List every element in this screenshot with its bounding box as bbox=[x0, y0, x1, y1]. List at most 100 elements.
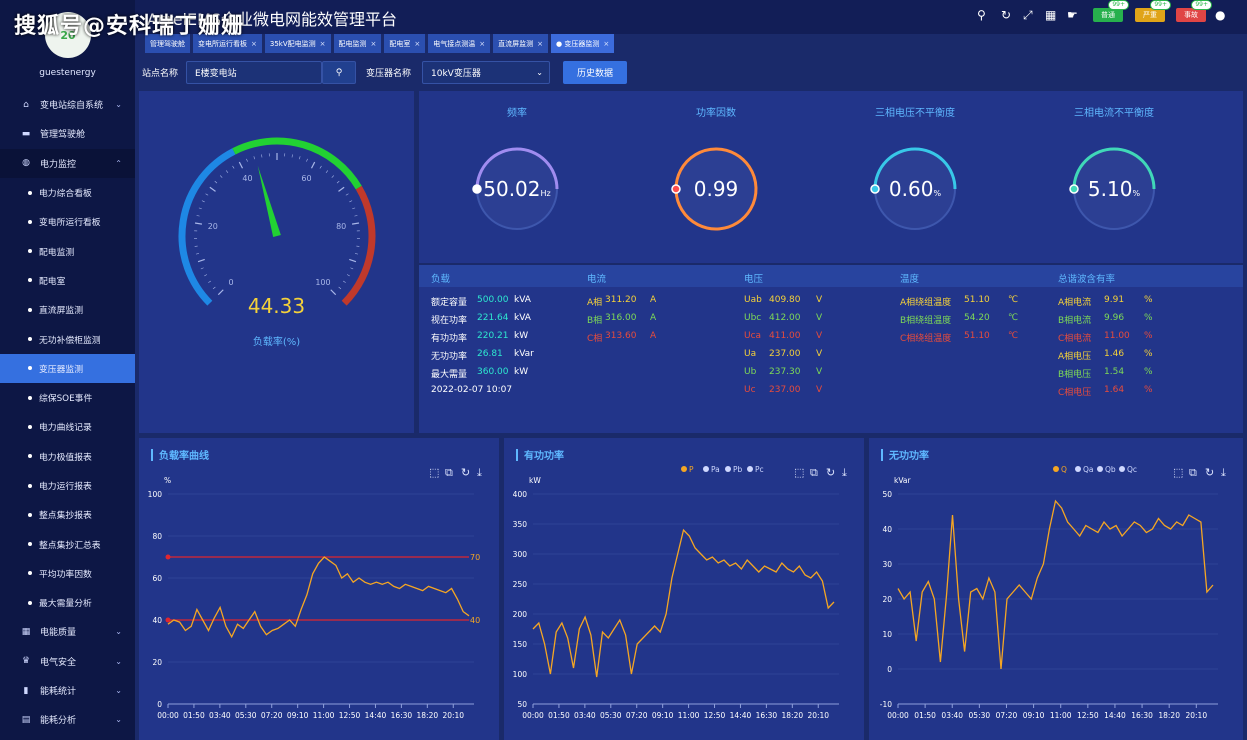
sidebar-item[interactable]: ▬ 管理驾驶舱 bbox=[0, 119, 135, 148]
station-input[interactable]: E楼变电站 bbox=[186, 61, 322, 84]
sidebar-item[interactable]: 直流屏监测 bbox=[0, 295, 135, 324]
bullet-icon bbox=[28, 307, 32, 312]
indicator-unit: % bbox=[933, 189, 941, 198]
sidebar-item[interactable]: ♛ 电气安全 ⌄ bbox=[0, 647, 135, 676]
sidebar-item[interactable]: 配电监测 bbox=[0, 236, 135, 265]
sidebar-item[interactable]: 无功补偿柜监测 bbox=[0, 324, 135, 353]
alarm-icon: ♛ bbox=[21, 656, 31, 667]
x-tick-label: 03:40 bbox=[574, 711, 596, 720]
table-cell-unit: V bbox=[816, 295, 823, 305]
x-tick-label: 00:00 bbox=[157, 711, 179, 720]
close-icon[interactable]: × bbox=[603, 40, 609, 48]
transformer-select[interactable]: 10kV变压器 ⌄ bbox=[422, 61, 550, 84]
sidebar-item-label: 配电监测 bbox=[39, 247, 75, 258]
refresh-icon: ↻ bbox=[826, 466, 835, 479]
gauge-tick bbox=[299, 156, 301, 160]
sidebar-item[interactable]: 电力曲线记录 bbox=[0, 412, 135, 441]
indicator-unit: % bbox=[1132, 189, 1140, 198]
close-icon[interactable]: × bbox=[371, 40, 377, 48]
gauge-tick bbox=[336, 180, 340, 184]
badge-normal[interactable]: 普通 99+ bbox=[1093, 0, 1129, 22]
sidebar-item[interactable]: ◍ 电力监控 ⌃ bbox=[0, 148, 135, 178]
layout-icon[interactable]: ▦ bbox=[1045, 8, 1056, 22]
table-column-header: 总谐波含有率 bbox=[1058, 274, 1116, 285]
close-icon[interactable]: × bbox=[414, 40, 420, 48]
table-cell-label: C相电流 bbox=[1058, 334, 1092, 344]
table-cell-value: 54.20 bbox=[964, 313, 990, 323]
x-tick-label: 12:50 bbox=[704, 711, 726, 720]
tab-item[interactable]: 直流屏监测 × bbox=[493, 34, 548, 53]
indicator-ring-marker bbox=[472, 184, 482, 194]
sidebar-item[interactable]: ⌂ 变电站综自系统 ⌄ bbox=[0, 90, 135, 119]
table-cell-label: A相绕组温度 bbox=[900, 298, 952, 308]
sidebar-item[interactable]: 变压器监测 bbox=[0, 353, 135, 383]
sidebar-item[interactable]: ▦ 电能质量 ⌄ bbox=[0, 617, 135, 646]
sidebar-item[interactable]: 整点集抄汇总表 bbox=[0, 529, 135, 558]
close-icon[interactable]: × bbox=[479, 40, 485, 48]
sidebar-item[interactable]: 配电室 bbox=[0, 266, 135, 295]
chart-title-bar bbox=[881, 449, 883, 461]
tab-label: 电气接点测温 bbox=[433, 39, 476, 48]
table-cell-unit: V bbox=[816, 313, 823, 323]
skin-icon[interactable]: ☛ bbox=[1067, 8, 1078, 22]
x-tick-label: 14:40 bbox=[1104, 711, 1126, 720]
gauge-label: 负载率(%) bbox=[252, 337, 301, 348]
table-cell-unit: A bbox=[650, 313, 657, 323]
bullet-icon bbox=[28, 278, 32, 283]
sidebar-item[interactable]: ▤ 能耗分析 ⌄ bbox=[0, 705, 135, 734]
close-icon[interactable]: × bbox=[251, 40, 257, 48]
badge-serious[interactable]: 严重 99+ bbox=[1135, 0, 1171, 22]
fullscreen-icon[interactable]: ⤢ bbox=[1023, 8, 1033, 23]
sidebar-item[interactable]: 电力综合看板 bbox=[0, 178, 135, 207]
tab-item[interactable]: 配电监测 × bbox=[333, 34, 382, 53]
sidebar-item[interactable]: ▮ 能耗统计 ⌄ bbox=[0, 676, 135, 705]
x-tick-label: 05:30 bbox=[235, 711, 257, 720]
gauge-tick bbox=[331, 175, 335, 178]
y-tick-label: 100 bbox=[148, 490, 163, 499]
y-tick-label: 0 bbox=[887, 665, 892, 674]
y-tick-label: 100 bbox=[513, 670, 528, 679]
sidebar-item-label: 变电站综自系统 bbox=[40, 101, 104, 112]
sidebar-item[interactable]: 平均功率因数 bbox=[0, 559, 135, 588]
refresh-icon[interactable]: ↻ bbox=[1001, 8, 1011, 22]
sidebar-item[interactable]: 综保SOE事件 bbox=[0, 383, 135, 412]
tab-item[interactable]: ● 变压器监测 × bbox=[551, 34, 615, 53]
legend-label: Pb bbox=[733, 465, 743, 474]
download-icon: ⤓ bbox=[1221, 466, 1226, 479]
user-icon[interactable]: ● bbox=[1215, 8, 1225, 22]
tab-item[interactable]: 配电室 × bbox=[384, 34, 426, 53]
legend-label: Qa bbox=[1083, 465, 1094, 474]
close-icon[interactable]: × bbox=[537, 40, 543, 48]
sidebar-item[interactable]: 电力运行报表 bbox=[0, 471, 135, 500]
close-icon[interactable]: × bbox=[320, 40, 326, 48]
sidebar-item-label: 平均功率因数 bbox=[39, 569, 92, 580]
tab-item[interactable]: 35kV配电监测 × bbox=[264, 34, 331, 53]
x-tick-label: 00:00 bbox=[887, 711, 909, 720]
load-rate-gauge: 0 20 40 60 80 100 bbox=[178, 137, 376, 306]
gauge-tick bbox=[197, 258, 205, 263]
bullet-icon bbox=[28, 483, 32, 488]
history-data-button[interactable]: 历史数据 bbox=[563, 61, 627, 84]
bullet-icon bbox=[28, 219, 32, 224]
indicator-panel: 频率 50.02Hz 功率因数 0.99 三相电压不平衡度 0.60% 三相电流不平衡度 5.… bbox=[419, 91, 1243, 263]
sidebar-item[interactable]: 最大需量分析 bbox=[0, 588, 135, 617]
x-tick-label: 18:20 bbox=[417, 711, 439, 720]
badge-accident[interactable]: 事故 99+ bbox=[1176, 0, 1212, 22]
x-tick-label: 07:20 bbox=[996, 711, 1018, 720]
sidebar-item[interactable]: 变电所运行看板 bbox=[0, 207, 135, 236]
legend-marker bbox=[1075, 466, 1081, 472]
legend-label: Qc bbox=[1127, 465, 1137, 474]
table-cell-value: 9.91 bbox=[1104, 295, 1125, 305]
table-column-header: 负载 bbox=[431, 274, 451, 285]
table-cell-value: 1.54 bbox=[1104, 367, 1125, 377]
station-search-button[interactable]: ⚲ bbox=[322, 61, 356, 84]
indicator-unit: Hz bbox=[541, 189, 551, 198]
sidebar-item[interactable]: 整点集抄报表 bbox=[0, 500, 135, 529]
indicator-ring-marker bbox=[1069, 184, 1079, 194]
refresh-icon: ↻ bbox=[1205, 466, 1214, 479]
search-icon[interactable]: ⚲ bbox=[977, 8, 986, 22]
tab-item[interactable]: 电气接点测温 × bbox=[428, 34, 491, 53]
download-icon: ⤓ bbox=[842, 466, 847, 479]
indicator-value-number: 0.60 bbox=[889, 177, 934, 201]
sidebar-item[interactable]: 电力极值报表 bbox=[0, 442, 135, 471]
